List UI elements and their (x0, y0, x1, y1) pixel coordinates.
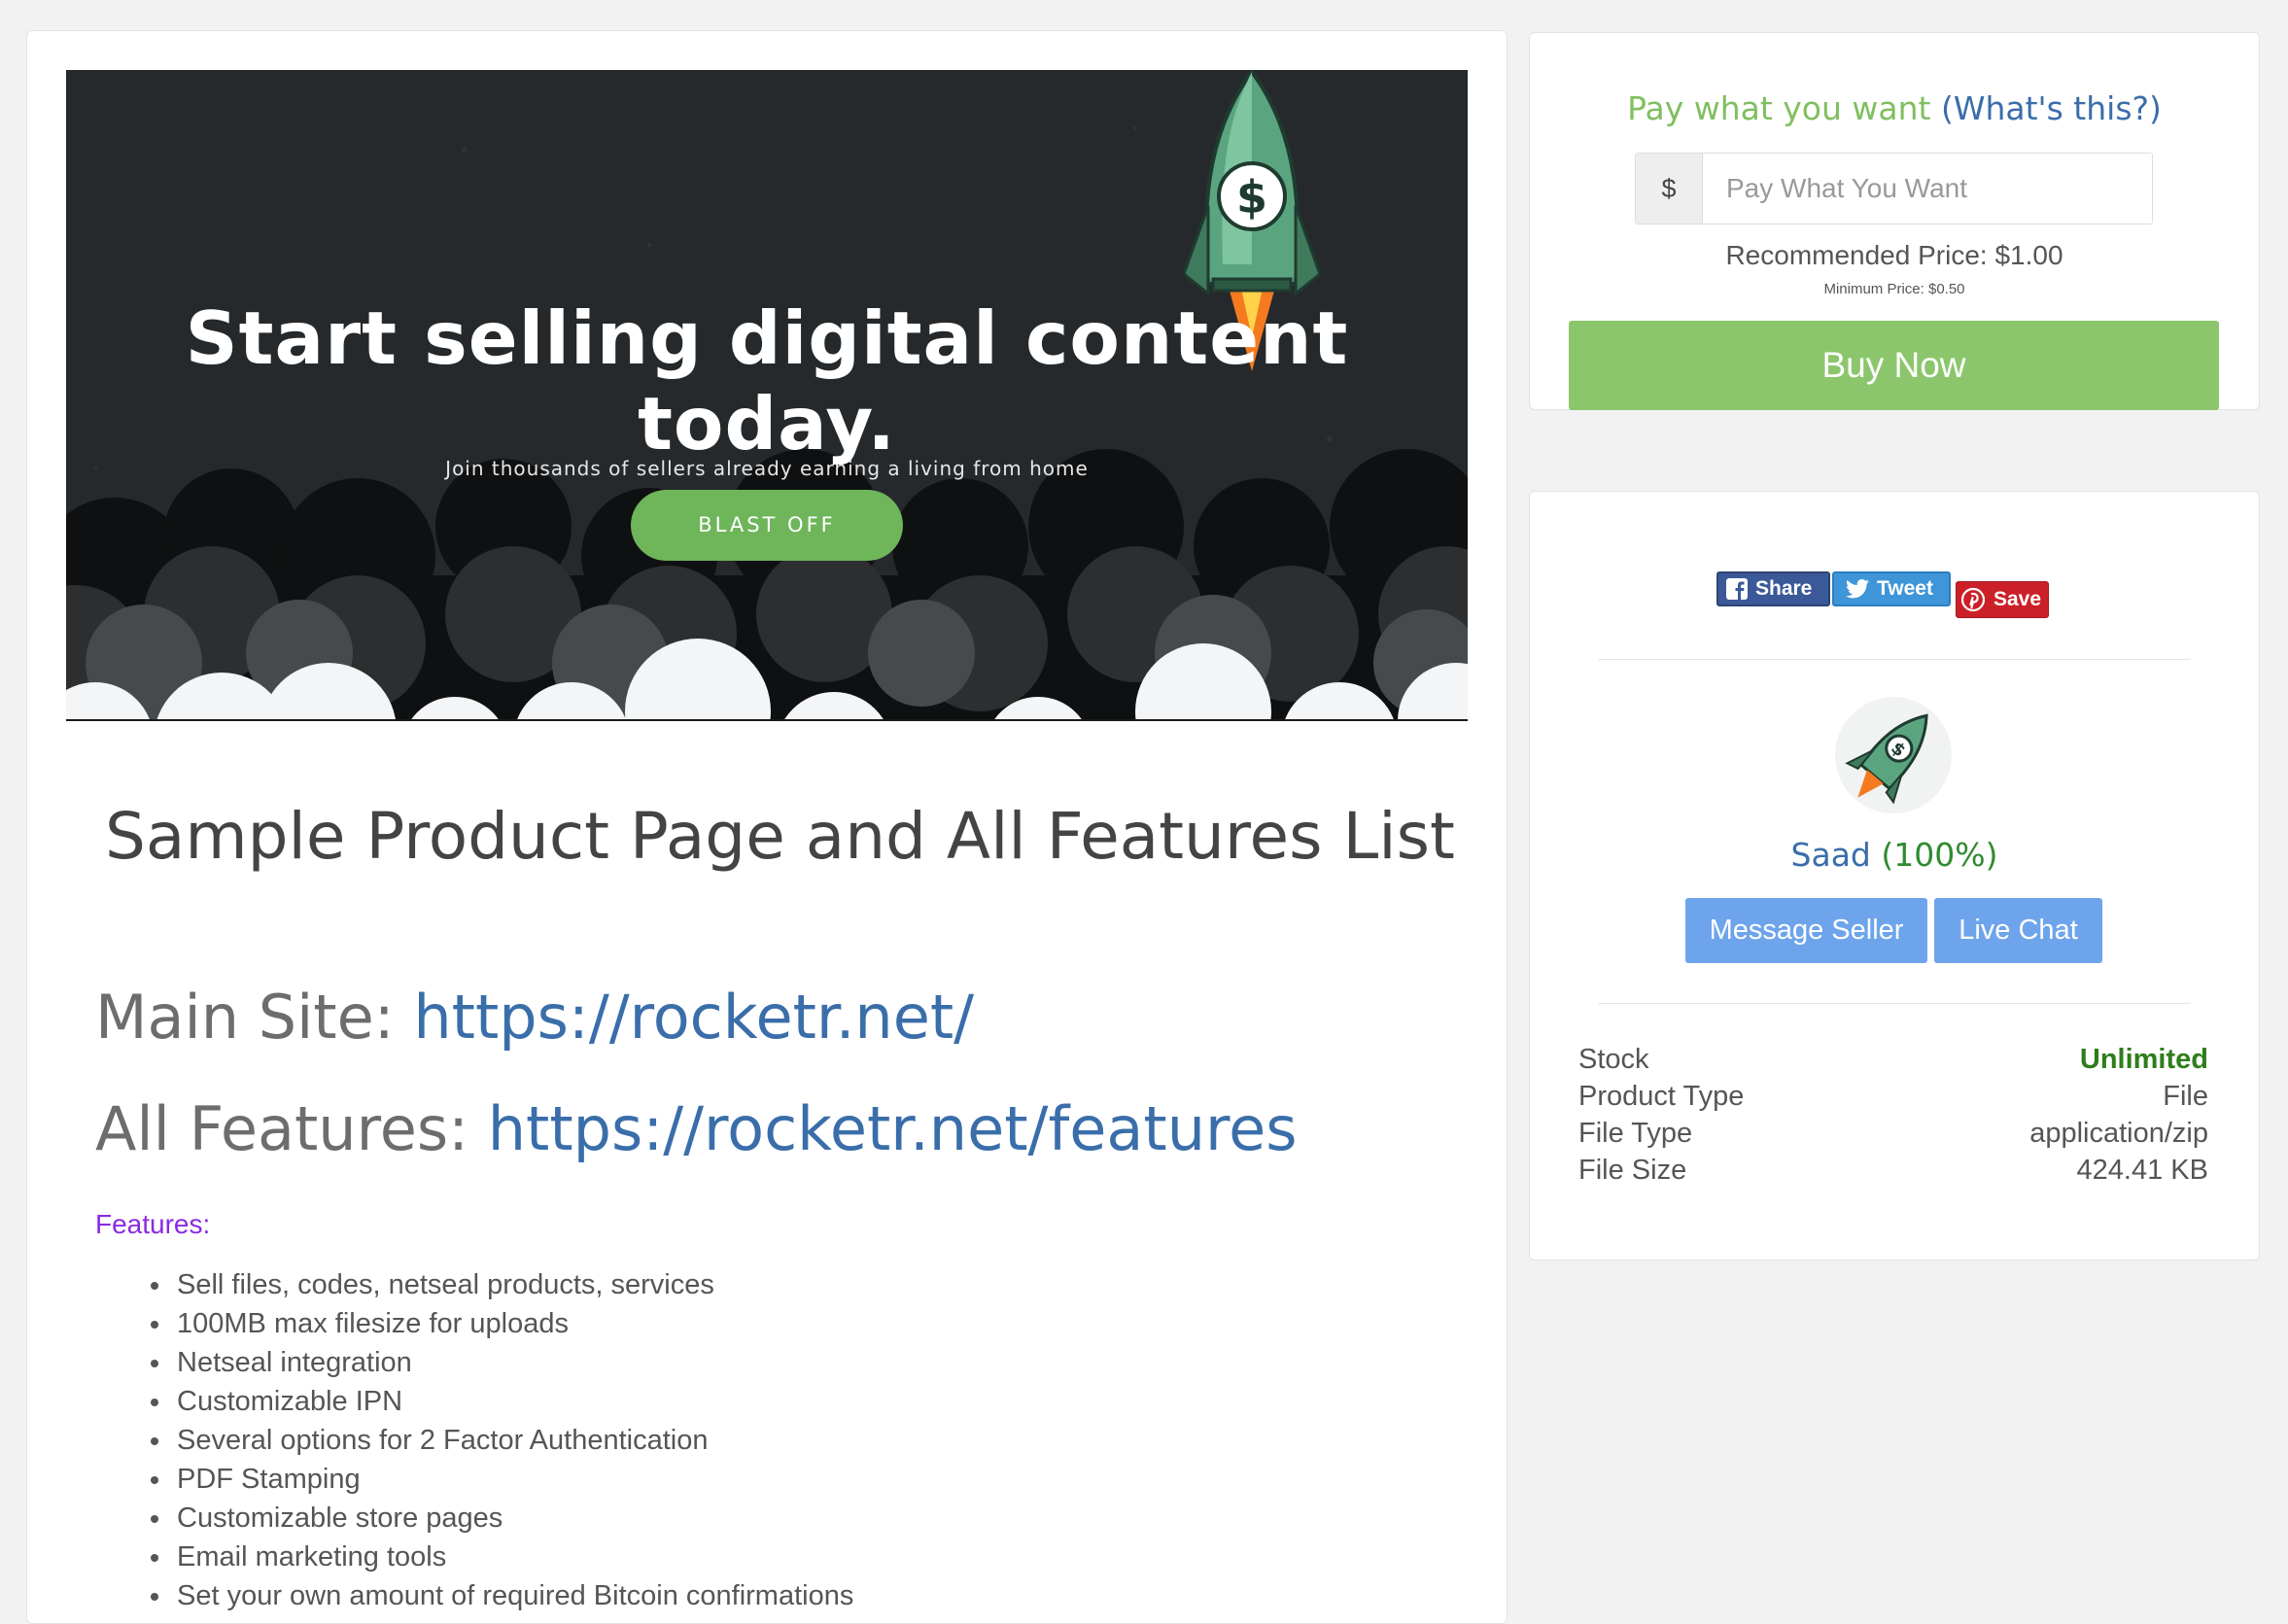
spec-value: 424.41 KB (2076, 1155, 2208, 1186)
facebook-icon (1726, 578, 1748, 600)
features-heading: Features: (95, 1209, 211, 1239)
share-label: Share (1755, 577, 1813, 600)
all-features-label: All Features: (95, 1093, 488, 1164)
feature-item: Several options for 2 Factor Authenticat… (173, 1421, 853, 1460)
save-label: Save (1993, 588, 2042, 610)
recommended-price: Recommended Price: $1.00 (1725, 240, 2063, 270)
rocket-avatar-icon: $ (1835, 697, 1952, 813)
spec-value: Unlimited (2079, 1044, 2208, 1075)
spec-label: File Type (1578, 1118, 1693, 1149)
features-list: Sell files, codes, netseal products, ser… (144, 1265, 853, 1615)
product-title: Sample Product Page and All Features Lis… (105, 799, 1455, 874)
main-site-link[interactable]: https://rocketr.net/ (413, 982, 974, 1053)
currency-addon: $ (1636, 154, 1703, 224)
feature-item: Netseal integration (173, 1343, 853, 1382)
seller-rating: (100%) (1881, 836, 1998, 874)
spec-value: File (2163, 1081, 2208, 1112)
twitter-tweet-button[interactable]: Tweet (1832, 571, 1951, 606)
pay-what-you-want-label: Pay what you want (1627, 89, 1931, 127)
tweet-label: Tweet (1877, 577, 1933, 600)
purchase-panel: Pay what you want (What's this?) $ Recom… (1529, 32, 2260, 410)
seller-name-link[interactable]: Saad (1791, 836, 1871, 874)
banner-subheadline: Join thousands of sellers already earnin… (445, 457, 1089, 480)
feature-item: Sell files, codes, netseal products, ser… (173, 1265, 853, 1304)
pinterest-icon (1960, 587, 1986, 612)
spec-value: application/zip (2029, 1118, 2208, 1149)
facebook-share-button[interactable]: Share (1716, 571, 1830, 606)
spec-label: Product Type (1578, 1081, 1745, 1112)
price-input-group: $ (1635, 153, 2153, 225)
spec-label: File Size (1578, 1155, 1687, 1186)
main-site-label: Main Site: (95, 982, 414, 1053)
spec-row-file-type: File Type application/zip (1578, 1118, 2208, 1150)
seller-avatar[interactable]: $ (1834, 696, 1953, 814)
all-features-link[interactable]: https://rocketr.net/features (488, 1093, 1298, 1164)
spec-label: Stock (1578, 1044, 1649, 1075)
blast-off-button[interactable]: BLAST OFF (631, 490, 903, 561)
live-chat-button[interactable]: Live Chat (1934, 898, 2102, 963)
svg-text:$: $ (1236, 171, 1267, 224)
main-site-line: Main Site: https://rocketr.net/ (95, 982, 974, 1053)
all-features-line: All Features: https://rocketr.net/featur… (95, 1093, 1298, 1164)
buy-now-button[interactable]: Buy Now (1569, 321, 2219, 410)
product-panel: $ Start selling digital content today. J… (26, 30, 1508, 1624)
divider (1598, 1003, 2191, 1004)
feature-item: PDF Stamping (173, 1460, 853, 1499)
message-seller-button[interactable]: Message Seller (1685, 898, 1927, 963)
spec-row-product-type: Product Type File (1578, 1081, 2208, 1113)
feature-item: Customizable store pages (173, 1499, 853, 1538)
pinterest-save-button[interactable]: Save (1956, 581, 2049, 618)
seller-info: Saad (100%) (1530, 836, 2259, 874)
seller-panel: Share Tweet Save $ Saad (100%) Message S… (1529, 491, 2260, 1261)
spec-row-file-size: File Size 424.41 KB (1578, 1155, 2208, 1187)
minimum-price: Minimum Price: $0.50 (1823, 281, 1965, 297)
price-input[interactable] (1703, 154, 2152, 224)
feature-item: Set your own amount of required Bitcoin … (173, 1576, 853, 1615)
whats-this-link[interactable]: (What's this?) (1941, 89, 2162, 127)
banner-headline: Start selling digital content today. (185, 295, 1349, 466)
feature-item: Customizable IPN (173, 1382, 853, 1421)
feature-item: Email marketing tools (173, 1538, 853, 1576)
divider (1598, 659, 2191, 660)
twitter-icon (1846, 579, 1869, 599)
spec-row-stock: Stock Unlimited (1578, 1044, 2208, 1076)
hero-banner: $ Start selling digital content today. J… (66, 70, 1468, 721)
pay-what-you-want-title: Pay what you want (What's this?) (1530, 89, 2259, 127)
feature-item: 100MB max filesize for uploads (173, 1304, 853, 1343)
